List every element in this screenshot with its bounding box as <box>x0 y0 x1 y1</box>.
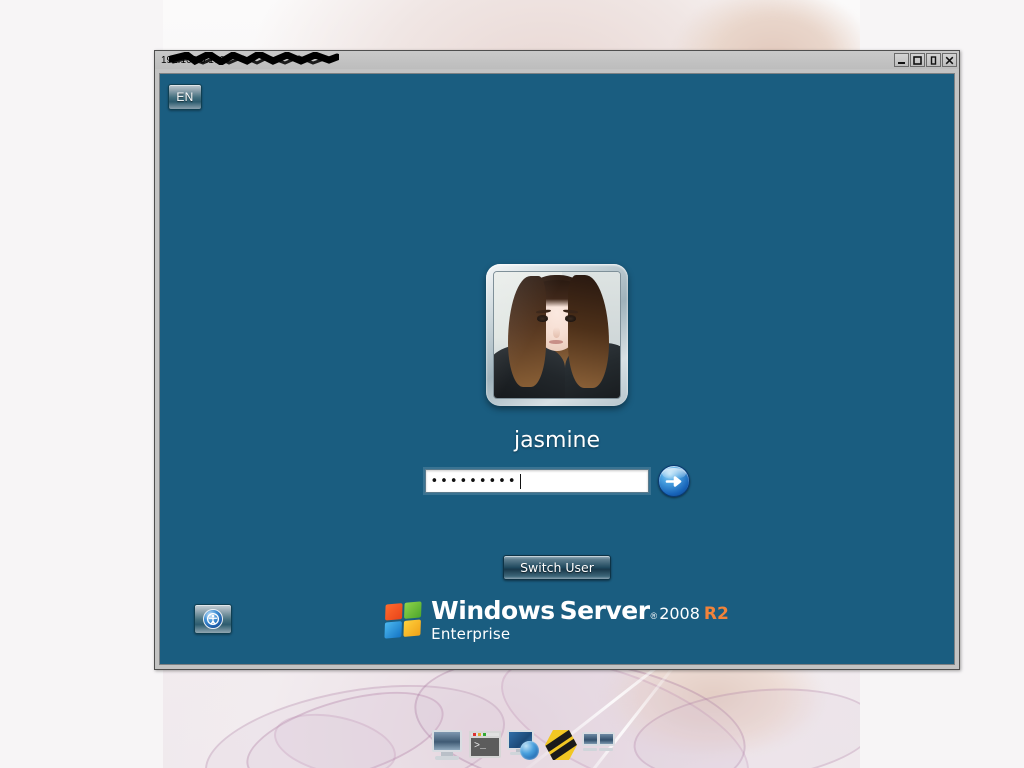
password-row: ••••••••• <box>424 465 690 497</box>
network-computers-icon[interactable] <box>582 728 616 762</box>
logo-pane-green <box>404 601 422 619</box>
window-titlebar[interactable]: 192.168.0.100 <box>155 51 959 69</box>
windows-server-branding: Windows Server ® 2008 R2 Enterprise <box>160 598 954 642</box>
brand-version: 2008 <box>659 604 700 623</box>
password-masked-value: ••••••••• <box>430 473 518 489</box>
logo-pane-yellow <box>403 619 422 637</box>
arrow-right-icon <box>665 475 682 487</box>
caution-hex-icon[interactable] <box>544 728 578 762</box>
monitor-icon[interactable] <box>430 728 464 762</box>
language-label: EN <box>176 90 194 104</box>
globe-icon <box>520 741 539 760</box>
taskbar-dock: >_ <box>430 728 616 762</box>
remote-desktop-icon[interactable] <box>506 728 540 762</box>
network-monitor-right <box>598 732 615 746</box>
windows-logo-icon <box>384 601 422 639</box>
network-base-right <box>599 748 613 751</box>
logon-center-stack: jasmine ••••••••• Switch User <box>160 264 954 580</box>
hex-shape <box>545 730 577 760</box>
avatar-photo-sheen <box>494 272 620 398</box>
avatar-frame[interactable] <box>486 264 628 406</box>
username-label: jasmine <box>513 428 601 453</box>
windows-logon-screen: EN jasmine ••••••••• Switch User Windows… <box>160 74 954 664</box>
remote-desktop-window: 192.168.0.100 EN jasmine ••••••••• Switc… <box>154 50 960 670</box>
branding-primary-line: Windows Server ® 2008 R2 <box>431 598 729 623</box>
password-input[interactable]: ••••••••• <box>424 469 649 493</box>
rdp-session-viewport[interactable]: EN jasmine ••••••••• Switch User Windows… <box>159 73 955 665</box>
window-controls <box>894 53 957 67</box>
submit-button[interactable] <box>657 465 690 497</box>
switch-user-label: Switch User <box>520 560 594 575</box>
brand-release: R2 <box>703 604 729 624</box>
text-caret <box>519 473 521 489</box>
logo-pane-blue <box>384 621 403 639</box>
terminal-prompt: >_ <box>474 741 487 752</box>
brand-windows: Windows <box>431 596 555 625</box>
close-button[interactable] <box>942 53 957 67</box>
terminal-dot-green <box>483 733 486 736</box>
network-base-left <box>583 748 597 751</box>
monitor-screen <box>432 730 462 752</box>
switch-user-button[interactable]: Switch User <box>503 555 611 580</box>
brand-trademark: ® <box>650 611 658 621</box>
terminal-icon[interactable]: >_ <box>468 728 502 762</box>
desktop: >_ 192.168.0.100 EN jasmine ••••••••• Sw… <box>0 0 1024 768</box>
avatar <box>493 271 621 399</box>
window-title: 192.168.0.100 <box>161 54 225 66</box>
restore-button[interactable] <box>926 53 941 67</box>
terminal-dot-yellow <box>478 733 481 736</box>
monitor-base <box>435 756 459 760</box>
terminal-titlebar <box>469 731 501 738</box>
brand-edition: Enterprise <box>431 625 511 643</box>
network-monitor-left <box>582 732 599 746</box>
branding-text: Windows Server ® 2008 R2 Enterprise <box>431 598 729 642</box>
minimize-button[interactable] <box>894 53 909 67</box>
terminal-dot-red <box>473 733 476 736</box>
language-button[interactable]: EN <box>168 84 202 110</box>
logo-pane-orange <box>385 603 403 621</box>
brand-server: Server <box>559 596 650 625</box>
maximize-button[interactable] <box>910 53 925 67</box>
